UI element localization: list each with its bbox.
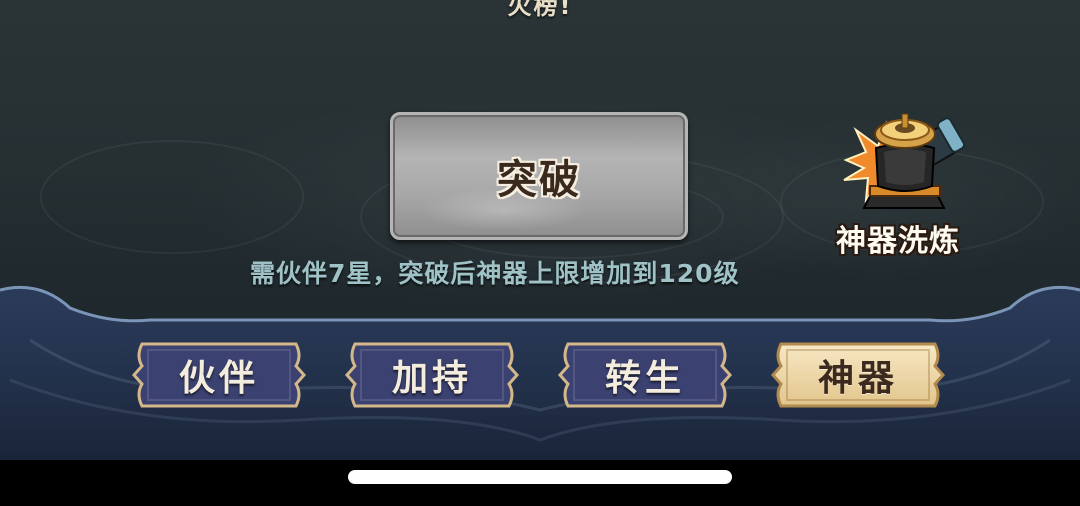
breakthrough-button[interactable]: 突破: [390, 112, 688, 240]
cloud-swirl: [40, 140, 304, 254]
tab-blessing[interactable]: 加持: [343, 332, 521, 418]
tab-artifact[interactable]: 神器: [769, 332, 947, 418]
tab-blessing-label: 加持: [391, 357, 472, 399]
tab-rebirth[interactable]: 转生: [556, 332, 734, 418]
breakthrough-label: 突破: [497, 156, 581, 203]
game-screen: 火榜! 突破 需伙伴7星，突破后神器上限增加到120级 神器洗炼 伙伴 加持 转…: [0, 0, 1080, 506]
artifact-refine-button[interactable]: 神器洗炼: [818, 100, 978, 260]
top-banner-text: 火榜!: [507, 0, 573, 20]
tab-artifact-label: 神器: [817, 357, 898, 399]
artifact-cannon-icon: [843, 113, 966, 209]
tab-partner[interactable]: 伙伴: [130, 332, 308, 418]
home-indicator[interactable]: [348, 470, 732, 484]
tab-partner-label: 伙伴: [178, 357, 259, 399]
tab-rebirth-label: 转生: [604, 357, 685, 399]
artifact-refine-label: 神器洗炼: [836, 224, 960, 259]
